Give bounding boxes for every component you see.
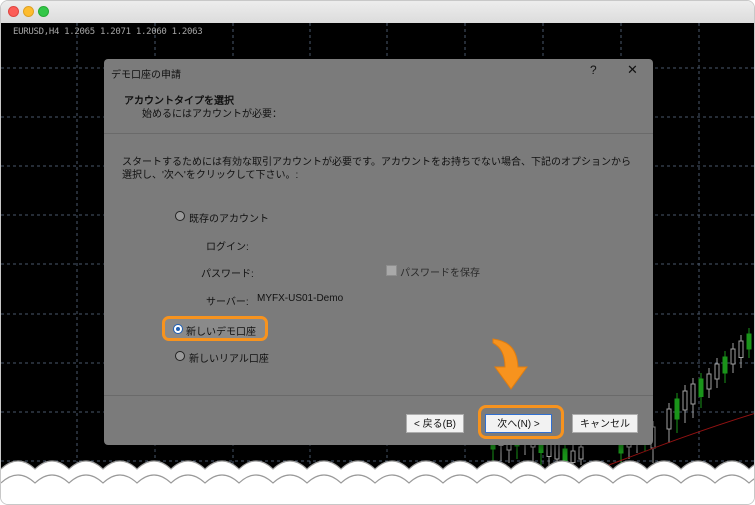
server-value: MYFX-US01-Demo: [257, 293, 344, 304]
back-button[interactable]: < 戻る(B): [406, 414, 464, 433]
header-subtitle: 始めるにはアカウントが必要：: [142, 109, 282, 120]
window-titlebar: [1, 1, 754, 24]
window-minimize-icon[interactable]: [23, 6, 34, 17]
torn-edge-fill: [1, 461, 754, 504]
server-label: サーバー:: [206, 297, 249, 308]
footer-divider: [104, 395, 653, 396]
dialog-header: アカウントタイプを選択 始めるにはアカウントが必要：: [104, 81, 653, 134]
help-icon[interactable]: ?: [590, 63, 597, 77]
app-window: EURUSD,H4 1.2065 1.2071 1.2060 1.2063 デモ…: [0, 0, 755, 505]
radio-existing-account[interactable]: [175, 211, 185, 221]
option-new-real-account-label: 新しいリアル口座: [189, 354, 269, 365]
login-label: ログイン:: [206, 242, 249, 253]
dialog-title: デモ口座の申請: [111, 70, 181, 81]
window-maximize-icon[interactable]: [38, 6, 49, 17]
save-password-checkbox[interactable]: [386, 265, 397, 276]
next-button-highlight: [478, 405, 564, 439]
window-close-icon[interactable]: [8, 6, 19, 17]
close-icon[interactable]: ✕: [627, 62, 638, 78]
password-label: パスワード:: [201, 269, 254, 280]
cancel-button[interactable]: キャンセル: [572, 414, 638, 433]
dialog-description: スタートするためには有効な取引アカウントが必要です。アカウントをお持ちでない場合…: [122, 157, 631, 181]
option-existing-account-label: 既存のアカウント: [189, 214, 269, 225]
demo-account-dialog: デモ口座の申請 ? ✕ アカウントタイプを選択 始めるにはアカウントが必要： ス…: [104, 59, 653, 445]
torn-edge: [1, 460, 754, 504]
option-new-demo-account-label: 新しいデモ口座: [186, 327, 256, 338]
radio-new-demo-account[interactable]: [173, 324, 183, 334]
down-arrow-icon: [492, 338, 528, 390]
radio-new-real-account[interactable]: [175, 351, 185, 361]
save-password-label: パスワードを保存: [400, 268, 480, 279]
new-demo-account-highlight[interactable]: 新しいデモ口座: [162, 316, 268, 341]
